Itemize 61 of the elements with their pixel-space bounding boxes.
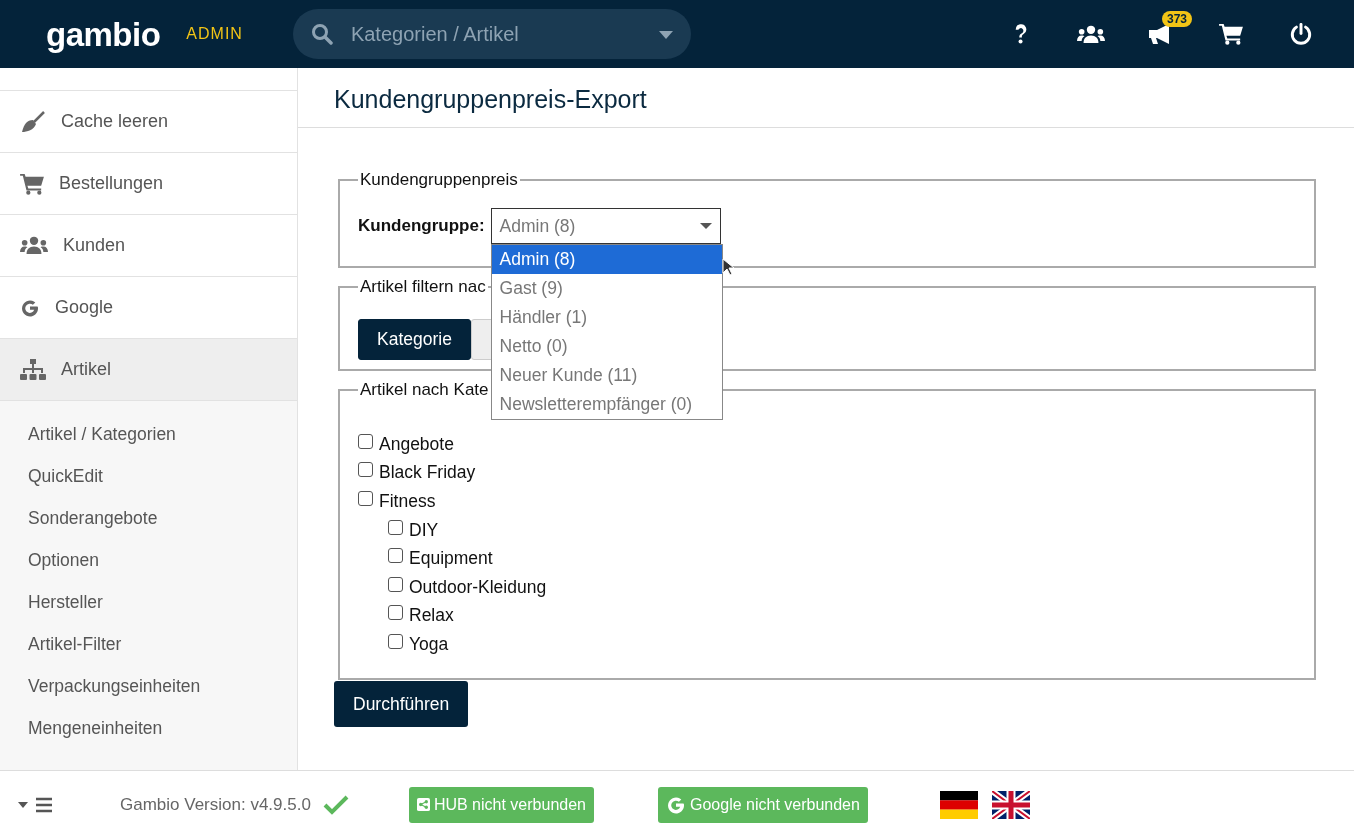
- checkbox[interactable]: [358, 433, 373, 449]
- power-icon: [1290, 23, 1312, 45]
- menu-toggle-icon[interactable]: [18, 796, 52, 813]
- submenu-link[interactable]: Sonderangebote: [28, 508, 158, 528]
- category-label: Fitness: [379, 491, 436, 512]
- checkbox[interactable]: [388, 605, 403, 621]
- checkbox[interactable]: [388, 576, 403, 592]
- version-text: Gambio Version: v4.9.5.0: [120, 794, 311, 815]
- broom-icon: [20, 110, 46, 133]
- checkbox[interactable]: [388, 633, 403, 649]
- sitemap-icon: [20, 358, 46, 381]
- dropdown-option[interactable]: Netto (0): [491, 332, 722, 361]
- category-label: Outdoor-Kleidung: [409, 576, 547, 598]
- filter-button[interactable]: Kategorie: [358, 319, 471, 360]
- submenu-link[interactable]: Artikel-Filter: [28, 634, 122, 654]
- sidebar-item[interactable]: Google: [0, 277, 297, 339]
- help-icon: [1014, 23, 1028, 45]
- megaphone-button[interactable]: 373: [1126, 0, 1196, 68]
- category-label: Yoga: [409, 633, 449, 655]
- panel-legend: Kundengruppenpreis: [358, 170, 520, 190]
- category-label: Relax: [409, 605, 454, 627]
- dropdown-option[interactable]: Admin (8): [491, 245, 722, 274]
- page-title: Kundengruppenpreis-Export: [298, 68, 1354, 128]
- category-label: DIY: [409, 519, 439, 541]
- dropdown-option[interactable]: Händler (1): [491, 303, 722, 332]
- submenu-link[interactable]: Optionen: [28, 550, 100, 570]
- submenu-link[interactable]: QuickEdit: [28, 466, 103, 486]
- logo-text[interactable]: gambio: [46, 17, 161, 51]
- search-field[interactable]: Kategorien / Artikel: [292, 9, 691, 59]
- users-icon: [20, 236, 48, 255]
- uk-flag-icon[interactable]: [991, 790, 1030, 819]
- category-label: Equipment: [409, 548, 493, 570]
- panel-legend: Artikel filtern nac: [358, 277, 488, 297]
- notification-badge: 373: [1162, 11, 1193, 27]
- checkbox[interactable]: [358, 491, 373, 506]
- german-flag-icon[interactable]: [939, 790, 978, 819]
- submit-button[interactable]: Durchführen: [334, 681, 469, 727]
- submenu-link[interactable]: Verpackungseinheiten: [28, 676, 201, 696]
- submenu-link[interactable]: Artikel / Kategorien: [28, 424, 176, 444]
- users-icon: [1077, 24, 1105, 44]
- checkbox[interactable]: [388, 519, 403, 535]
- cart-icon: [20, 172, 44, 195]
- panel-legend: Artikel nach Kate: [358, 380, 491, 400]
- sidebar-item[interactable]: Cache leeren: [0, 91, 297, 153]
- sidebar-item[interactable]: Kunden: [0, 215, 297, 277]
- search-icon: [310, 23, 333, 45]
- checkbox[interactable]: [388, 548, 403, 564]
- category-label: Angebote: [379, 433, 454, 455]
- dropdown-option[interactable]: Neuer Kunde (11): [491, 361, 722, 390]
- submenu-link[interactable]: Hersteller: [28, 592, 103, 612]
- dropdown-option[interactable]: Gast (9): [491, 274, 722, 303]
- submenu-link[interactable]: Mengeneinheiten: [28, 718, 163, 738]
- sidebar-item[interactable]: Artikel: [0, 339, 297, 401]
- share-icon: [416, 798, 430, 811]
- sidebar-item[interactable]: Bestellungen: [0, 153, 297, 215]
- field-label: Kundengruppe:: [358, 216, 485, 236]
- checkbox[interactable]: [358, 462, 373, 478]
- category-label: Black Friday: [379, 462, 476, 484]
- cart-icon: [1219, 23, 1243, 45]
- admin-label: ADMIN: [186, 25, 243, 43]
- dropdown-option[interactable]: Newsletterempfänger (0): [491, 390, 722, 419]
